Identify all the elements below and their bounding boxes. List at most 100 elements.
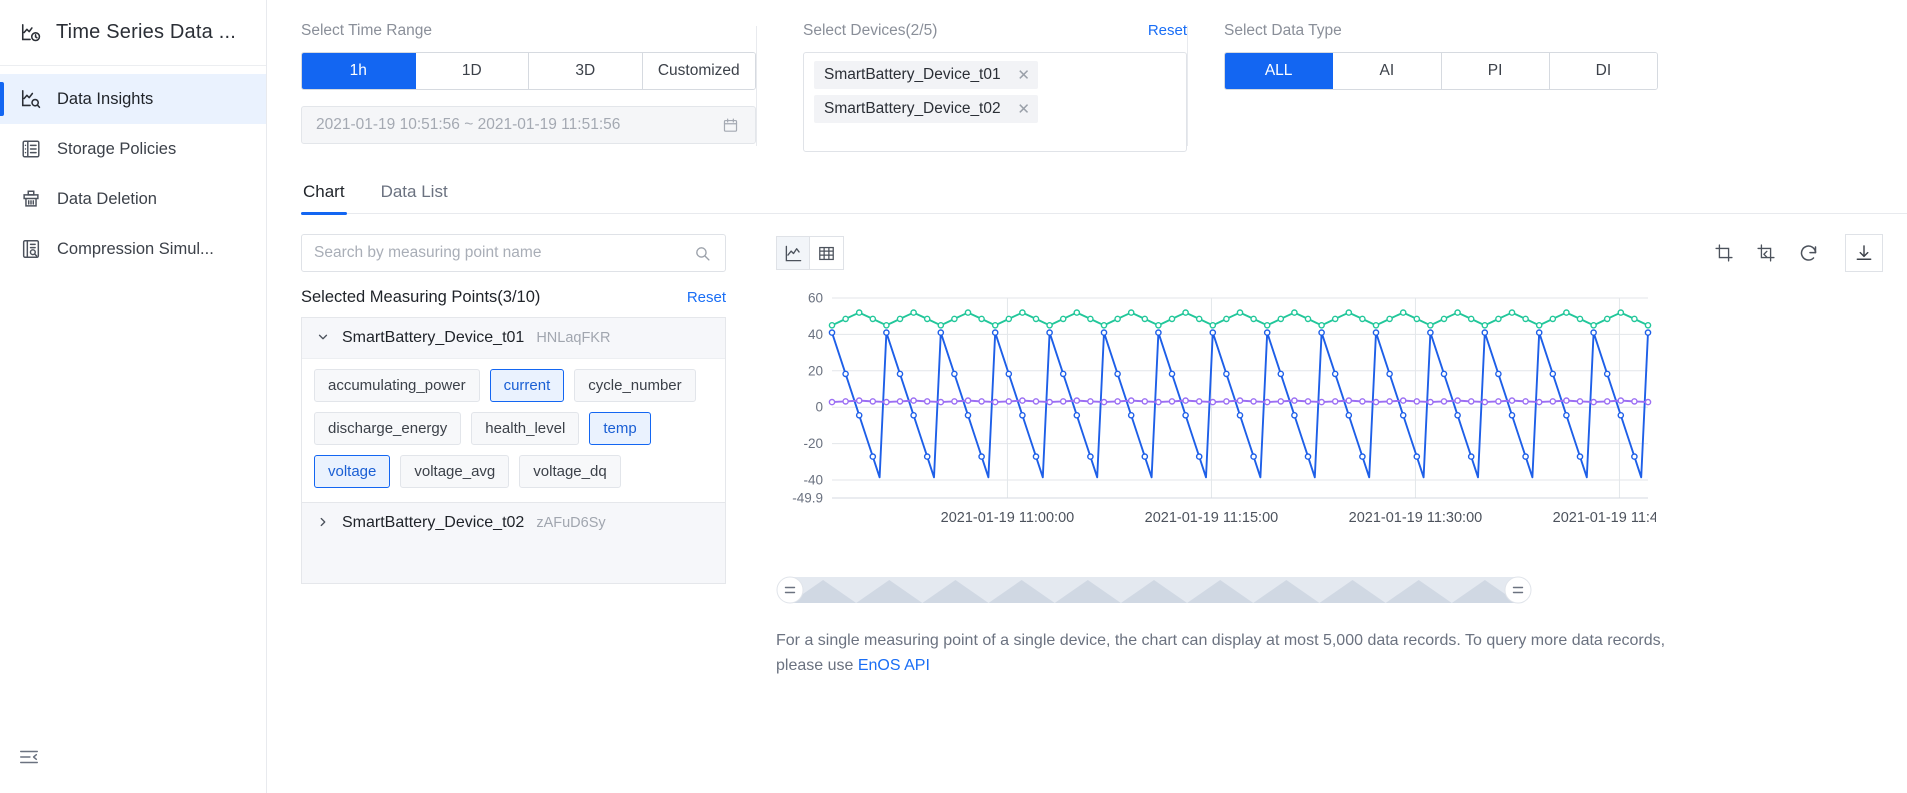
device-tag[interactable]: SmartBattery_Device_t02 ✕ [814, 95, 1038, 123]
chevron-down-icon[interactable] [316, 330, 330, 347]
collapse-menu-icon [18, 746, 40, 768]
measuring-point-tag[interactable]: voltage_dq [519, 455, 621, 488]
devices-filter: Select Devices(2/5) Reset SmartBattery_D… [757, 22, 1187, 152]
storage-policies-icon [20, 138, 42, 160]
svg-text:2021-01-19 11:15:00: 2021-01-19 11:15:00 [1145, 510, 1279, 526]
view-tabs: Chart Data List [301, 182, 1907, 215]
svg-text:20: 20 [808, 363, 823, 378]
sidebar-item-data-deletion[interactable]: Data Deletion [0, 174, 266, 224]
chart-view-switch [776, 236, 844, 270]
tab-chart[interactable]: Chart [301, 182, 347, 215]
measuring-point-tag[interactable]: voltage_avg [400, 455, 510, 488]
time-range-option-customized[interactable]: Customized [642, 53, 755, 89]
crop-icon[interactable] [1714, 243, 1734, 263]
table-view-icon[interactable] [810, 236, 844, 270]
sidebar-item-data-insights[interactable]: Data Insights [0, 74, 266, 124]
device-group-t02: SmartBattery_Device_t02 zAFuD6Sy [301, 503, 726, 584]
chart-actions [1714, 234, 1883, 272]
device-tag[interactable]: SmartBattery_Device_t01 ✕ [814, 61, 1038, 89]
measuring-point-tag[interactable]: current [489, 369, 565, 402]
time-range-segmented[interactable]: 1h 1D 3D Customized [301, 52, 756, 90]
timeseries-icon [20, 22, 42, 44]
chart-panel: 60 40 20 0 -20 -40 -49.9 2021-01-19 11:00:00 202… [726, 234, 1907, 679]
chart-toolbar [776, 234, 1883, 272]
svg-text:2021-01-19 11:00:00: 2021-01-19 11:00:00 [941, 510, 1075, 526]
search-icon[interactable] [691, 242, 713, 264]
device-group-collapsed-body [302, 543, 725, 583]
data-insights-icon [20, 88, 42, 110]
time-range-option-1h[interactable]: 1h [302, 53, 416, 89]
data-type-option-all[interactable]: ALL [1225, 53, 1334, 89]
measuring-points-reset-link[interactable]: Reset [687, 289, 726, 306]
compression-simulation-icon [20, 238, 42, 260]
svg-text:-49.9: -49.9 [792, 491, 823, 506]
data-type-option-ai[interactable]: AI [1333, 53, 1442, 89]
time-range-option-3d[interactable]: 3D [529, 53, 643, 89]
time-range-label: Select Time Range [301, 22, 432, 39]
device-group-id: zAFuD6Sy [536, 515, 606, 531]
tab-data-list[interactable]: Data List [379, 182, 450, 213]
svg-text:2021-01-19 11:45:00: 2021-01-19 11:45:00 [1553, 510, 1656, 526]
sidebar-item-compression-simulation[interactable]: Compression Simul... [0, 224, 266, 274]
sidebar-item-label: Data Deletion [57, 189, 157, 208]
svg-text:-40: -40 [803, 472, 823, 487]
data-type-option-pi[interactable]: PI [1441, 53, 1550, 89]
measuring-point-tag[interactable]: temp [589, 412, 651, 445]
devices-reset-link[interactable]: Reset [1148, 22, 1187, 39]
time-range-option-1d[interactable]: 1D [415, 53, 529, 89]
chart-svg[interactable]: 60 40 20 0 -20 -40 -49.9 2021-01-19 11:00:00 202… [776, 290, 1686, 550]
filter-bar: Select Time Range 1h 1D 3D Customized 20… [267, 0, 1907, 152]
data-type-segmented[interactable]: ALL AI PI DI [1224, 52, 1658, 90]
selected-points-header: Selected Measuring Points(3/10) Reset [301, 288, 726, 307]
enos-api-link[interactable]: EnOS API [858, 657, 930, 674]
measuring-point-tag[interactable]: cycle_number [574, 369, 696, 402]
measuring-point-tag[interactable]: health_level [471, 412, 580, 445]
sidebar-item-label: Compression Simul... [57, 239, 214, 258]
device-tag-label: SmartBattery_Device_t01 [824, 66, 1001, 83]
devices-selection-box[interactable]: SmartBattery_Device_t01 ✕ SmartBattery_D… [803, 52, 1187, 152]
app-root: Time Series Data ... Data Insights Stora… [0, 0, 1907, 793]
calendar-icon [719, 114, 741, 136]
devices-label: Select Devices(2/5) [803, 22, 938, 39]
measuring-point-tag[interactable]: voltage [314, 455, 391, 488]
svg-text:40: 40 [808, 327, 823, 342]
selected-points-title: Selected Measuring Points(3/10) [301, 288, 541, 306]
sidebar: Time Series Data ... Data Insights Stora… [0, 0, 267, 793]
data-type-option-di[interactable]: DI [1549, 53, 1657, 89]
sidebar-collapse-button[interactable] [0, 746, 58, 773]
search-box[interactable] [301, 234, 726, 272]
measuring-points-panel: Selected Measuring Points(3/10) Reset Sm… [301, 234, 726, 679]
content-area: Selected Measuring Points(3/10) Reset Sm… [267, 234, 1907, 679]
sidebar-nav: Data Insights Storage Policies Data Dele… [0, 66, 266, 274]
svg-text:-20: -20 [803, 436, 823, 451]
device-group-id: HNLaqFKR [536, 330, 611, 346]
close-icon[interactable]: ✕ [1009, 100, 1030, 118]
restore-icon[interactable] [1756, 243, 1776, 263]
close-icon[interactable]: ✕ [1009, 66, 1030, 84]
measuring-point-tag[interactable]: accumulating_power [314, 369, 480, 402]
device-group-name: SmartBattery_Device_t02 [342, 514, 525, 531]
device-group-name: SmartBattery_Device_t01 [342, 329, 525, 346]
device-group-header[interactable]: SmartBattery_Device_t02 zAFuD6Sy [302, 503, 725, 543]
sidebar-item-label: Data Insights [57, 89, 154, 108]
svg-text:2021-01-19 11:30:00: 2021-01-19 11:30:00 [1349, 510, 1483, 526]
device-group-header[interactable]: SmartBattery_Device_t01 HNLaqFKR [302, 318, 725, 358]
svg-text:60: 60 [808, 291, 823, 306]
data-type-filter: Select Data Type ALL AI PI DI [1188, 22, 1658, 90]
data-type-label: Select Data Type [1224, 22, 1342, 39]
chart-range-slider[interactable] [776, 573, 1883, 607]
measuring-point-tag[interactable]: discharge_energy [314, 412, 462, 445]
date-range-input[interactable]: 2021-01-19 10:51:56 ~ 2021-01-19 11:51:5… [301, 106, 756, 144]
range-slider-svg[interactable] [776, 573, 1536, 607]
sidebar-header: Time Series Data ... [0, 0, 266, 66]
time-range-filter: Select Time Range 1h 1D 3D Customized 20… [301, 22, 756, 144]
refresh-icon[interactable] [1798, 243, 1819, 264]
device-group-points: accumulating_power current cycle_number … [302, 358, 725, 502]
download-icon[interactable] [1845, 234, 1883, 272]
main-content: Select Time Range 1h 1D 3D Customized 20… [267, 0, 1907, 793]
chart-plot[interactable]: 60 40 20 0 -20 -40 -49.9 2021-01-19 11:00:00 202… [776, 290, 1883, 555]
chevron-right-icon[interactable] [316, 515, 330, 532]
search-input[interactable] [314, 244, 691, 262]
line-chart-icon[interactable] [776, 236, 810, 270]
sidebar-item-storage-policies[interactable]: Storage Policies [0, 124, 266, 174]
